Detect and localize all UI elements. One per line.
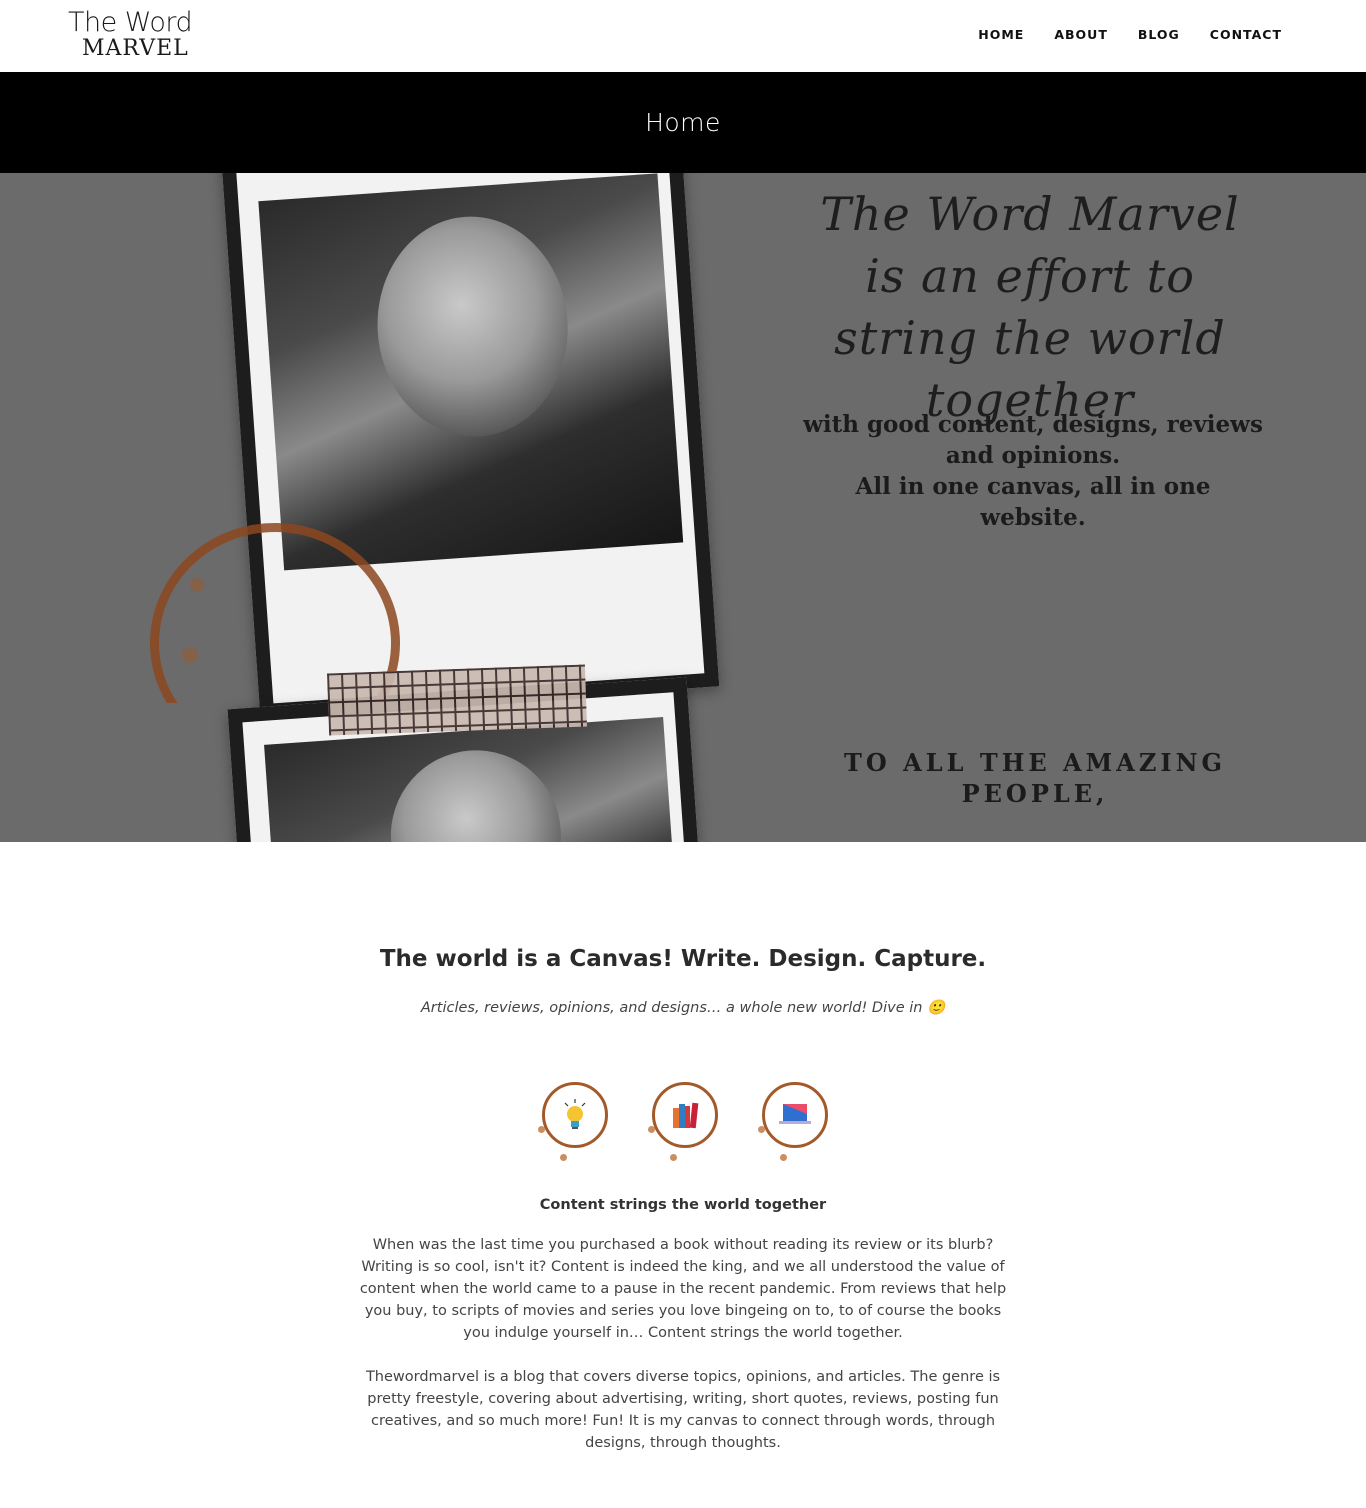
- lightbulb-glyph: [542, 1082, 608, 1148]
- laptop-icon: [758, 1082, 830, 1162]
- hero-subtext-line2: All in one canvas, all in one website.: [855, 473, 1211, 531]
- portrait-photo: [264, 716, 682, 842]
- coffee-drop: [190, 578, 204, 592]
- page-title-band: Home: [0, 72, 1366, 173]
- feature-title: Content strings the world together: [539, 1197, 827, 1213]
- hero-banner: The Word Marvel is an effort to string t…: [0, 173, 1366, 842]
- main-content: The world is a Canvas! Write. Design. Ca…: [0, 842, 1366, 1508]
- books-icon: [648, 1082, 720, 1162]
- books-glyph: [652, 1082, 718, 1148]
- logo-text-marvel: MARVEL: [82, 36, 189, 61]
- main-nav: HOME ABOUT BLOG CONTACT: [978, 27, 1282, 42]
- portrait-face: [370, 210, 576, 443]
- site-logo[interactable]: The Word MARVEL: [68, 8, 210, 64]
- hero-subtext-line1: with good content, designs, reviews and …: [803, 411, 1263, 469]
- coffee-drop: [560, 1154, 567, 1161]
- nav-contact[interactable]: CONTACT: [1210, 27, 1282, 42]
- site-header: The Word MARVEL HOME ABOUT BLOG CONTACT: [0, 0, 1366, 72]
- section-heading: The world is a Canvas! Write. Design. Ca…: [379, 946, 987, 972]
- laptop-glyph: [762, 1082, 828, 1148]
- feature-icons: [538, 1082, 830, 1162]
- washi-tape: [326, 664, 588, 736]
- hero-script-tagline: The Word Marvel is an effort to string t…: [820, 187, 1240, 427]
- coffee-drop: [780, 1154, 787, 1161]
- feature-paragraph-2: Thewordmarvel is a blog that covers dive…: [365, 1369, 1001, 1451]
- portrait-photo: [258, 173, 684, 571]
- hero-people-text: TO ALL THE AMAZING PEOPLE,: [843, 748, 1227, 808]
- coffee-drop: [670, 1154, 677, 1161]
- nav-about[interactable]: ABOUT: [1054, 27, 1108, 42]
- coffee-drop: [182, 647, 198, 663]
- lightbulb-icon: [538, 1082, 610, 1162]
- logo-text-the-word: The Word: [68, 7, 193, 38]
- feature-paragraph-1: When was the last time you purchased a b…: [359, 1237, 1007, 1341]
- nav-home[interactable]: HOME: [978, 27, 1024, 42]
- page-title: Home: [645, 108, 721, 137]
- portrait-face: [385, 744, 567, 842]
- hero-subtext: with good content, designs, reviews and …: [800, 409, 1266, 533]
- nav-blog[interactable]: BLOG: [1138, 27, 1180, 42]
- section-subheading: Articles, reviews, opinions, and designs…: [420, 1000, 946, 1016]
